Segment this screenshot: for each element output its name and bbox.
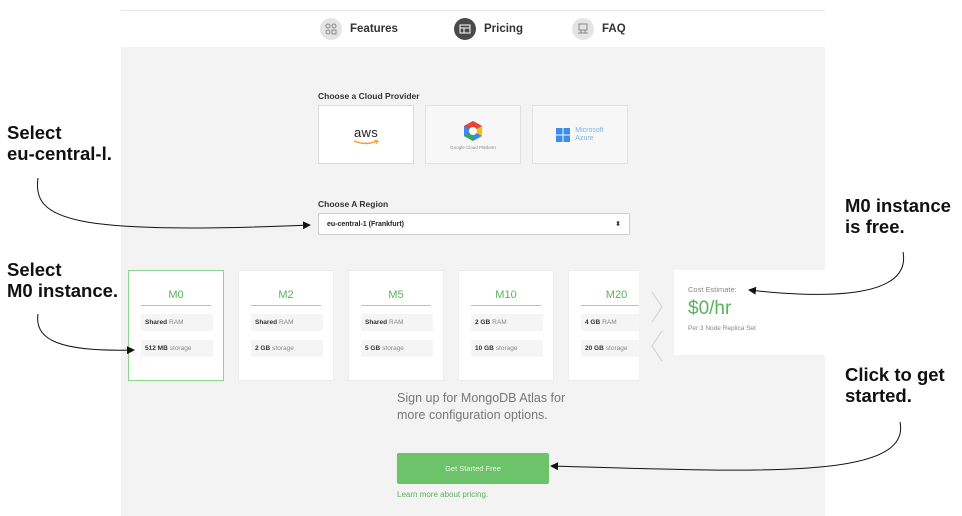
arrow-to-button bbox=[550, 421, 902, 471]
arrow-to-cost bbox=[748, 251, 904, 295]
arrow-to-region bbox=[36, 177, 311, 230]
arrow-to-m0 bbox=[37, 313, 135, 355]
annotation-arrows bbox=[36, 177, 904, 471]
